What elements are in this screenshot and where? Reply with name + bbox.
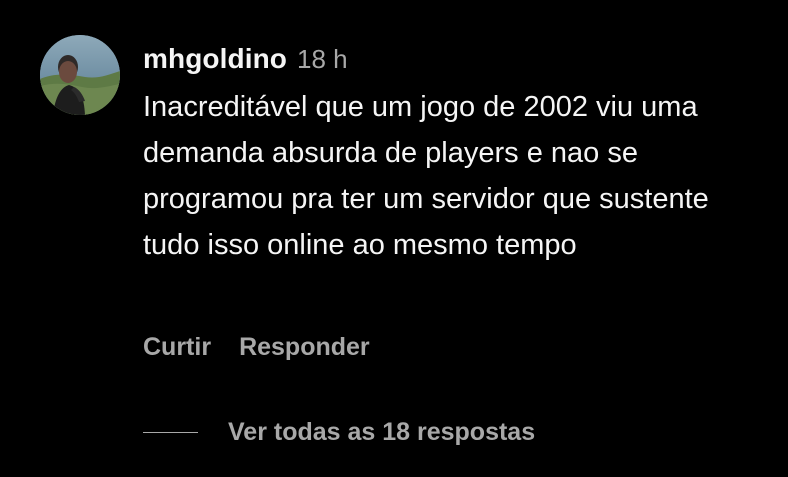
reply-button[interactable]: Responder [239,330,370,364]
comment-header: mhgoldino 18 h [143,39,768,79]
view-all-replies-label: Ver todas as 18 respostas [228,418,536,446]
comment-timestamp: 18 h [296,44,348,74]
comment-actions: Curtir Responder [143,330,370,364]
username-link[interactable]: mhgoldino [143,39,287,79]
comment-item: mhgoldino 18 h Inacreditável que um jogo… [0,0,788,477]
view-all-replies-button[interactable]: Ver todas as 18 respostas [143,414,535,450]
avatar[interactable] [40,35,120,115]
like-button[interactable]: Curtir [143,330,211,364]
comment-text: Inacreditável que um jogo de 2002 viu um… [143,91,709,261]
replies-divider-line [143,431,198,433]
user-avatar-photo-icon [40,35,120,115]
comment-content: mhgoldino 18 h Inacreditável que um jogo… [143,39,768,268]
